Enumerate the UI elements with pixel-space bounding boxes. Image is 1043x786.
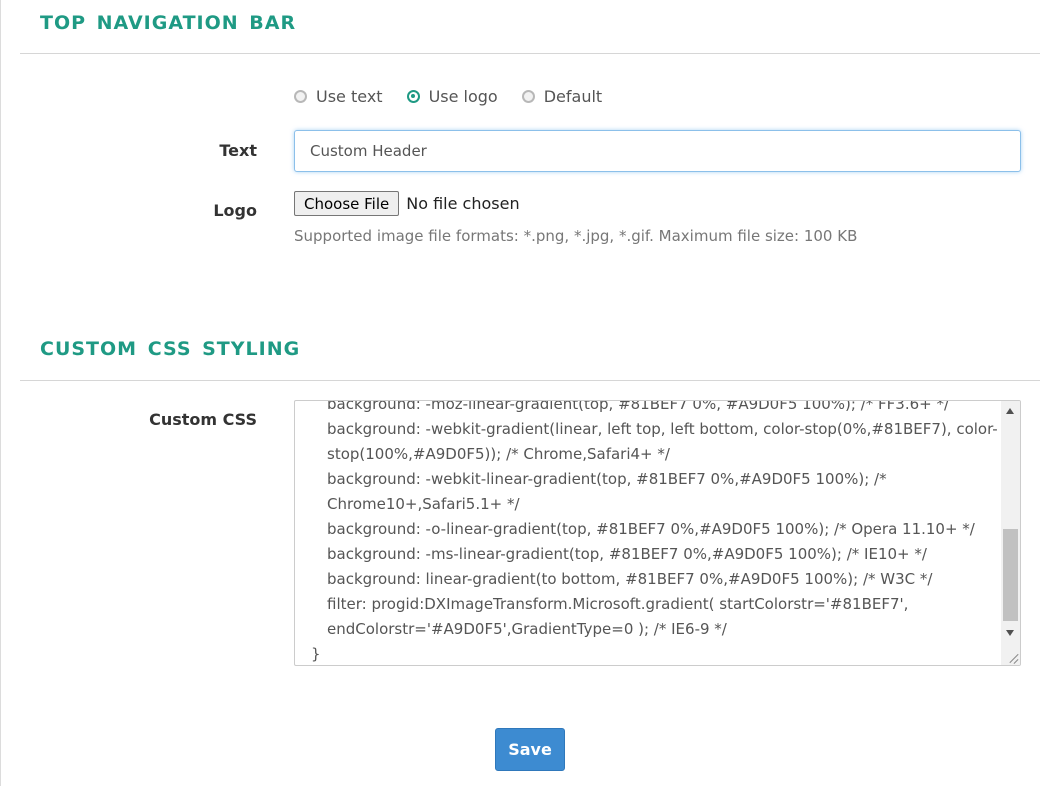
file-status-text: No file chosen — [406, 194, 520, 213]
css-code-line: } — [311, 645, 321, 663]
scroll-up-arrow-icon[interactable] — [1006, 408, 1014, 414]
radio-button-checked-icon[interactable] — [406, 89, 420, 103]
css-code-line: background: -webkit-linear-gradient(top,… — [327, 470, 892, 513]
custom-css-label: Custom CSS — [149, 410, 257, 429]
radio-button-icon[interactable] — [521, 89, 535, 103]
radio-use-text[interactable]: Use text — [294, 87, 383, 106]
text-field-label: Text — [219, 141, 257, 160]
radio-default[interactable]: Default — [521, 86, 603, 106]
custom-css-styling-title: CUSTOM CSS STYLING — [40, 338, 301, 360]
top-navigation-bar-title: TOP NAVIGATION BAR — [40, 12, 297, 34]
save-button[interactable]: Save — [495, 728, 565, 771]
css-code-line: background: -webkit-gradient(linear, lef… — [327, 420, 998, 463]
css-code-line: background: -ms-linear-gradient(top, #81… — [327, 545, 927, 563]
custom-css-content[interactable]: background: -moz-linear-gradient(top, #8… — [311, 400, 1001, 665]
css-code-line: background: -moz-linear-gradient(top, #8… — [327, 400, 950, 413]
radio-label: Use logo — [428, 86, 498, 106]
css-code-line: background: linear-gradient(to bottom, #… — [327, 570, 933, 588]
choose-file-button[interactable]: Choose File — [294, 191, 400, 216]
header-text-input[interactable] — [294, 130, 1021, 172]
left-border — [0, 0, 1, 786]
radio-use-logo[interactable]: Use logo — [406, 86, 498, 106]
scroll-thumb[interactable] — [1003, 529, 1018, 621]
file-format-hint: Supported image file formats: *.png, *.j… — [294, 227, 858, 245]
section-divider — [20, 380, 1040, 381]
scroll-down-arrow-icon[interactable] — [1006, 630, 1014, 636]
settings-page: TOP NAVIGATION BAR Use text Use logo Def… — [0, 0, 1043, 786]
resize-handle-icon[interactable] — [1005, 650, 1019, 664]
logo-file-picker: Choose File No file chosen — [294, 191, 520, 216]
radio-label: Use text — [316, 86, 383, 106]
css-scrollbar[interactable] — [1001, 401, 1020, 665]
logo-field-label: Logo — [213, 201, 257, 220]
custom-css-textarea[interactable]: background: -moz-linear-gradient(top, #8… — [294, 400, 1021, 666]
radio-label: Default — [543, 86, 603, 106]
section-divider — [20, 53, 1040, 54]
css-code-line: filter: progid:DXImageTransform.Microsof… — [327, 595, 914, 638]
css-code-line: background: -o-linear-gradient(top, #81B… — [327, 520, 975, 538]
header-mode-radio-group: Use text Use logo Default — [294, 84, 626, 108]
radio-button-icon[interactable] — [294, 89, 307, 103]
